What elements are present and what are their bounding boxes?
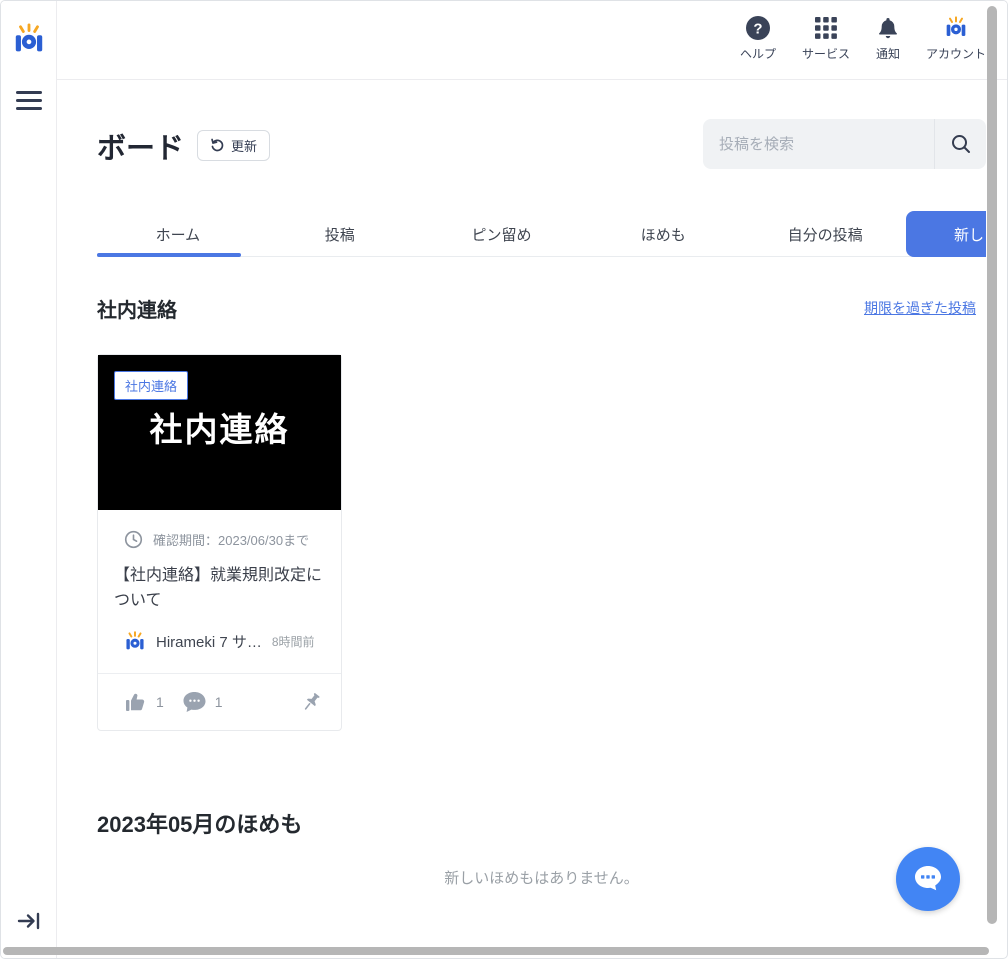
top-header: ? ヘルプ サービス (57, 1, 1008, 80)
tab-home[interactable]: ホーム (97, 211, 259, 257)
internal-section-title: 社内連絡 (97, 294, 177, 323)
account-label: アカウント (926, 45, 986, 62)
chat-fab-button[interactable] (896, 847, 960, 911)
tab-homemo[interactable]: ほめも (582, 211, 744, 257)
vertical-scrollbar[interactable] (987, 6, 997, 924)
horizontal-scrollbar[interactable] (3, 947, 989, 955)
svg-text:?: ? (753, 20, 762, 37)
like-icon[interactable] (124, 691, 148, 713)
post-author-name: Hirameki 7 サ… (156, 631, 262, 652)
confirm-period-row: 確認期間：2023/06/30まで (124, 530, 325, 549)
post-card-body: 確認期間：2023/06/30まで 【社内連絡】就業規則改定について (98, 510, 341, 653)
post-time: 8時間前 (272, 633, 315, 650)
board-tabs: ホーム 投稿 ピン留め ほめも 自分の投稿 新し (97, 211, 986, 257)
expired-posts-link[interactable]: 期限を過ぎた投稿 (864, 298, 986, 318)
app-window: ? ヘルプ サービス (0, 0, 1008, 959)
post-image-text: 社内連絡 (98, 403, 341, 451)
tab-pinned[interactable]: ピン留め (421, 211, 583, 257)
header-nav: ? ヘルプ サービス (740, 14, 986, 62)
new-post-button[interactable]: 新し (906, 211, 986, 257)
post-title: 【社内連絡】就業規則改定について (114, 564, 325, 614)
post-card-footer: 1 1 (98, 673, 341, 730)
account-logo-icon (944, 14, 968, 41)
homemo-section-title: 2023年05月のほめも (97, 807, 302, 839)
comment-count: 1 (215, 694, 223, 710)
notifications-button[interactable]: 通知 (876, 14, 900, 62)
refresh-icon (210, 138, 225, 153)
hirameki-logo-icon[interactable] (12, 23, 46, 57)
help-icon: ? (745, 14, 771, 41)
author-avatar-logo-icon (124, 631, 146, 653)
post-category-badge: 社内連絡 (114, 371, 188, 400)
page-title: ボード (97, 125, 184, 167)
sidebar (1, 1, 57, 958)
help-button[interactable]: ? ヘルプ (740, 14, 776, 62)
refresh-button[interactable]: 更新 (197, 130, 270, 161)
chat-bubble-icon (910, 861, 946, 897)
services-button[interactable]: サービス (802, 14, 850, 62)
clock-icon (124, 530, 143, 549)
notification-bell-icon (876, 14, 900, 41)
search-box (703, 119, 986, 169)
refresh-label: 更新 (231, 136, 257, 155)
pin-icon[interactable] (299, 690, 323, 714)
search-input[interactable] (703, 119, 934, 169)
services-grid-icon (814, 14, 838, 41)
services-label: サービス (802, 45, 850, 62)
comment-icon[interactable] (182, 691, 207, 714)
like-count: 1 (156, 694, 164, 710)
notifications-label: 通知 (876, 45, 900, 62)
tab-posts[interactable]: 投稿 (259, 211, 421, 257)
confirm-period-text: 確認期間：2023/06/30まで (153, 530, 309, 549)
menu-hamburger-icon[interactable] (16, 91, 42, 111)
post-author-row: Hirameki 7 サ… 8時間前 (124, 631, 325, 653)
search-icon (950, 133, 972, 155)
search-button[interactable] (934, 119, 986, 169)
sidebar-expand-icon[interactable] (15, 907, 43, 935)
post-card[interactable]: 社内連絡 社内連絡 確認期間：2023/06/30まで 【社内連絡】就業規則改定… (97, 354, 342, 731)
account-button[interactable]: アカウント (926, 14, 986, 62)
tab-my-posts[interactable]: 自分の投稿 (744, 211, 906, 257)
post-card-image: 社内連絡 社内連絡 (98, 355, 341, 510)
homemo-empty-message: 新しいほめもはありません。 (97, 867, 986, 888)
help-label: ヘルプ (740, 45, 776, 62)
